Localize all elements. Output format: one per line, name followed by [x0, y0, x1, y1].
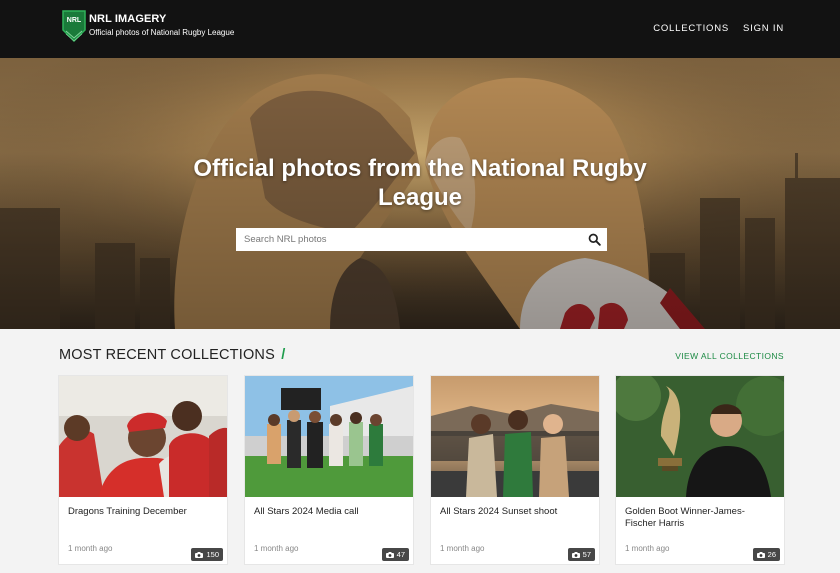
main-nav: COLLECTIONS SIGN IN: [653, 23, 784, 34]
nav-sign-in[interactable]: SIGN IN: [743, 23, 784, 34]
collection-title[interactable]: All Stars 2024 Media call: [254, 506, 404, 518]
brand-subtitle: Official photos of National Rugby League: [89, 28, 235, 37]
search-input[interactable]: [236, 228, 576, 251]
camera-icon: [195, 551, 204, 558]
collection-title[interactable]: All Stars 2024 Sunset shoot: [440, 506, 590, 518]
hero-title: Official photos from the National Rugby …: [193, 155, 647, 211]
photo-count-badge: 57: [567, 548, 595, 561]
view-all-collections-link[interactable]: VIEW ALL COLLECTIONS: [675, 351, 784, 361]
photo-count-badge: 26: [752, 548, 780, 561]
photo-count: 47: [396, 550, 405, 559]
collection-date: 1 month ago: [440, 544, 485, 553]
collection-card[interactable]: 57 All Stars 2024 Sunset shoot 1 month a…: [431, 376, 599, 564]
collection-date: 1 month ago: [68, 544, 113, 553]
site-header: NRL NRL IMAGERY Official photos of Natio…: [0, 0, 840, 58]
camera-icon: [385, 551, 394, 558]
section-title-text: MOST RECENT COLLECTIONS: [59, 347, 275, 363]
section-title-slash: /: [281, 347, 286, 363]
collection-thumbnail: [245, 376, 413, 497]
hero-banner: Official photos from the National Rugby …: [0, 58, 840, 329]
camera-icon: [571, 551, 580, 558]
collection-thumbnail: [59, 376, 227, 497]
photo-count: 150: [206, 550, 219, 559]
collection-date: 1 month ago: [254, 544, 299, 553]
collection-title[interactable]: Golden Boot Winner-James-Fischer Harris: [625, 506, 775, 530]
photo-count-badge: 150: [191, 548, 223, 561]
collection-card[interactable]: 26 Golden Boot Winner-James-Fischer Harr…: [616, 376, 784, 564]
collection-card[interactable]: 47 All Stars 2024 Media call 1 month ago: [245, 376, 413, 564]
collection-title[interactable]: Dragons Training December: [68, 506, 218, 518]
collection-card[interactable]: 150 Dragons Training December 1 month ag…: [59, 376, 227, 564]
photo-count: 57: [582, 550, 591, 559]
photo-count: 26: [767, 550, 776, 559]
brand-title[interactable]: NRL IMAGERY: [89, 13, 167, 25]
search-icon[interactable]: [588, 233, 601, 246]
collection-thumbnail: [616, 376, 784, 497]
nrl-logo[interactable]: NRL: [61, 10, 87, 42]
svg-text:NRL: NRL: [67, 17, 82, 24]
camera-icon: [756, 551, 765, 558]
collection-date: 1 month ago: [625, 544, 670, 553]
photo-count-badge: 47: [381, 548, 409, 561]
search-bar: [236, 228, 607, 251]
collection-thumbnail: [431, 376, 599, 497]
nav-collections[interactable]: COLLECTIONS: [653, 23, 729, 34]
section-title: MOST RECENT COLLECTIONS /: [59, 347, 285, 363]
